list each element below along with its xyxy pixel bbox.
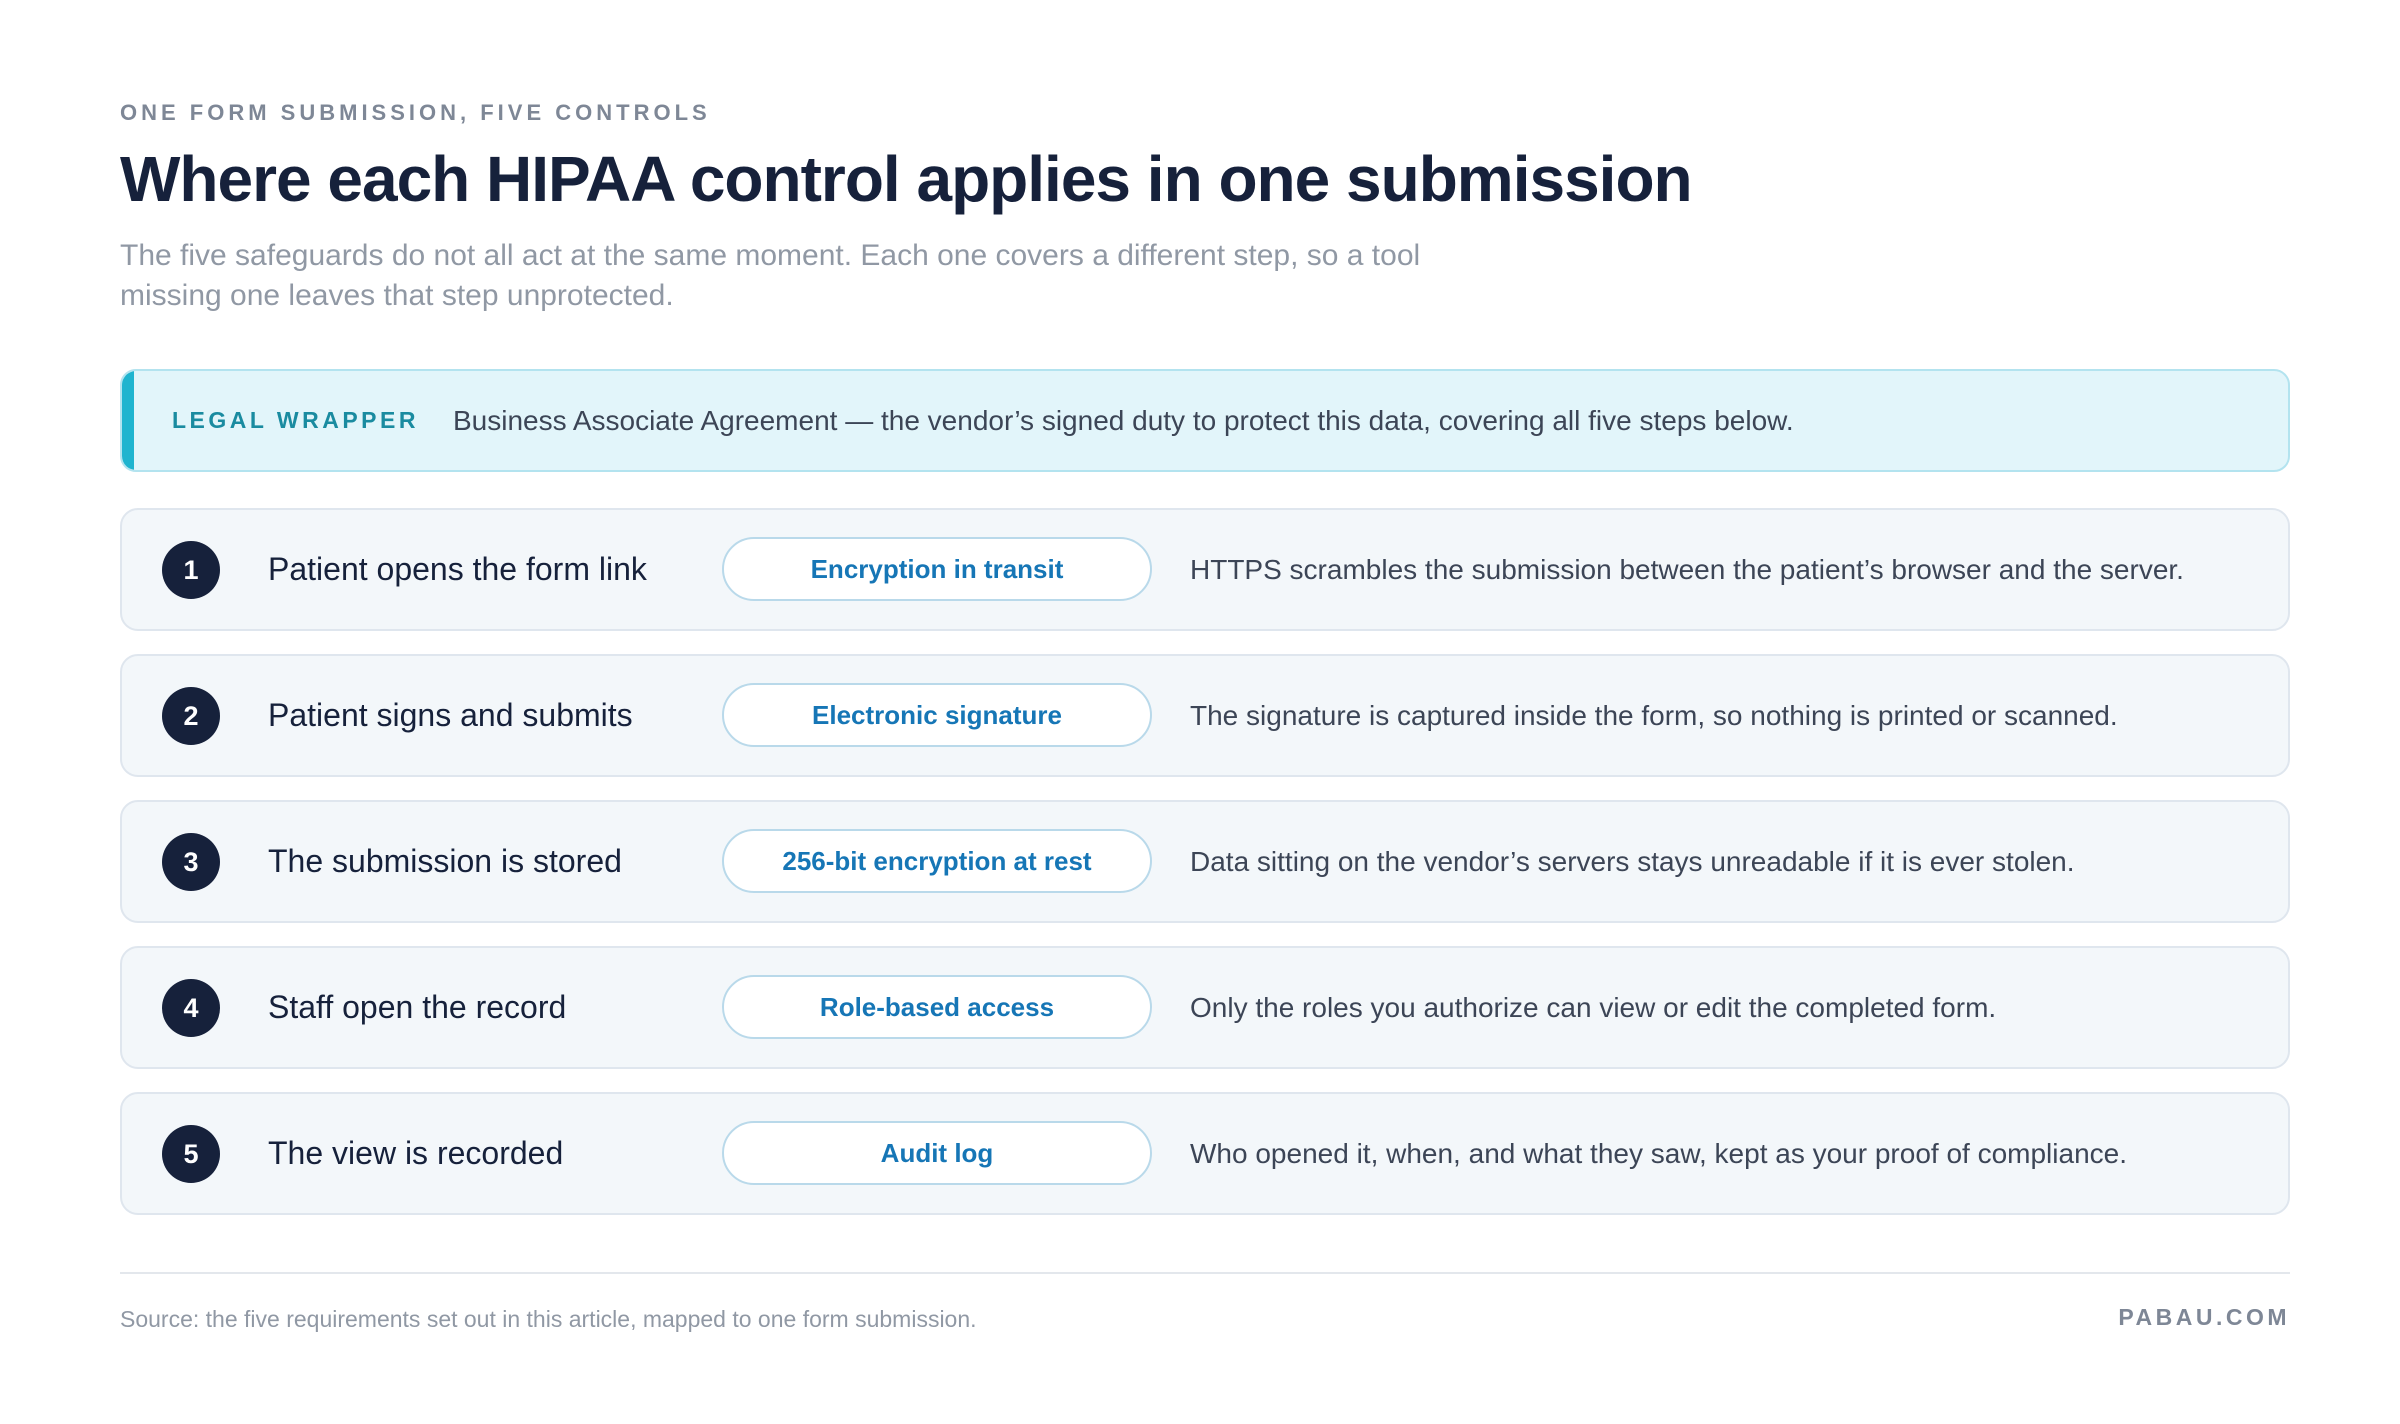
control-description: Only the roles you authorize can view or…: [1190, 991, 1997, 1023]
step-row-3: 3 The submission is stored 256-bit encry…: [120, 800, 2290, 923]
brand-wordmark: PABAU.COM: [2118, 1304, 2290, 1330]
control-description: Data sitting on the vendor’s servers sta…: [1190, 845, 2075, 877]
control-description: The signature is captured inside the for…: [1190, 699, 2118, 731]
step-number-badge: 3: [162, 833, 220, 891]
step-row-2: 2 Patient signs and submits Electronic s…: [120, 654, 2290, 777]
step-label: Patient signs and submits: [268, 697, 633, 733]
legal-wrapper-banner: LEGAL WRAPPER Business Associate Agreeme…: [120, 369, 2290, 472]
source-note: Source: the five requirements set out in…: [120, 1306, 977, 1332]
legal-wrapper-text: Business Associate Agreement — the vendo…: [452, 404, 1794, 436]
page-title: Where each HIPAA control applies in one …: [120, 143, 1693, 215]
step-row-1: 1 Patient opens the form link Encryption…: [120, 508, 2290, 631]
step-number-badge: 2: [162, 687, 220, 745]
legal-accent-bar: [122, 371, 134, 470]
control-pill: Audit log: [722, 1121, 1152, 1185]
step-label: Patient opens the form link: [268, 551, 647, 587]
control-pill: Role-based access: [722, 975, 1152, 1039]
control-pill: 256-bit encryption at rest: [722, 829, 1152, 893]
page-subtitle: The five safeguards do not all act at th…: [120, 239, 1421, 312]
step-row-4: 4 Staff open the record Role-based acces…: [120, 946, 2290, 1069]
eyebrow-label: ONE FORM SUBMISSION, FIVE CONTROLS: [120, 100, 711, 125]
steps-list: 1 Patient opens the form link Encryption…: [120, 508, 2290, 1238]
step-number-badge: 1: [162, 541, 220, 599]
step-number-badge: 4: [162, 979, 220, 1037]
step-number-badge: 5: [162, 1125, 220, 1183]
step-label: Staff open the record: [268, 989, 567, 1025]
legal-wrapper-tag: LEGAL WRAPPER: [172, 407, 419, 433]
control-description: HTTPS scrambles the submission between t…: [1190, 553, 2184, 585]
footer-divider: [120, 1272, 2290, 1274]
control-pill: Encryption in transit: [722, 537, 1152, 601]
step-row-5: 5 The view is recorded Audit log Who ope…: [120, 1092, 2290, 1215]
control-pill: Electronic signature: [722, 683, 1152, 747]
step-label: The view is recorded: [268, 1135, 564, 1171]
control-description: Who opened it, when, and what they saw, …: [1190, 1137, 2127, 1169]
step-label: The submission is stored: [268, 843, 622, 879]
